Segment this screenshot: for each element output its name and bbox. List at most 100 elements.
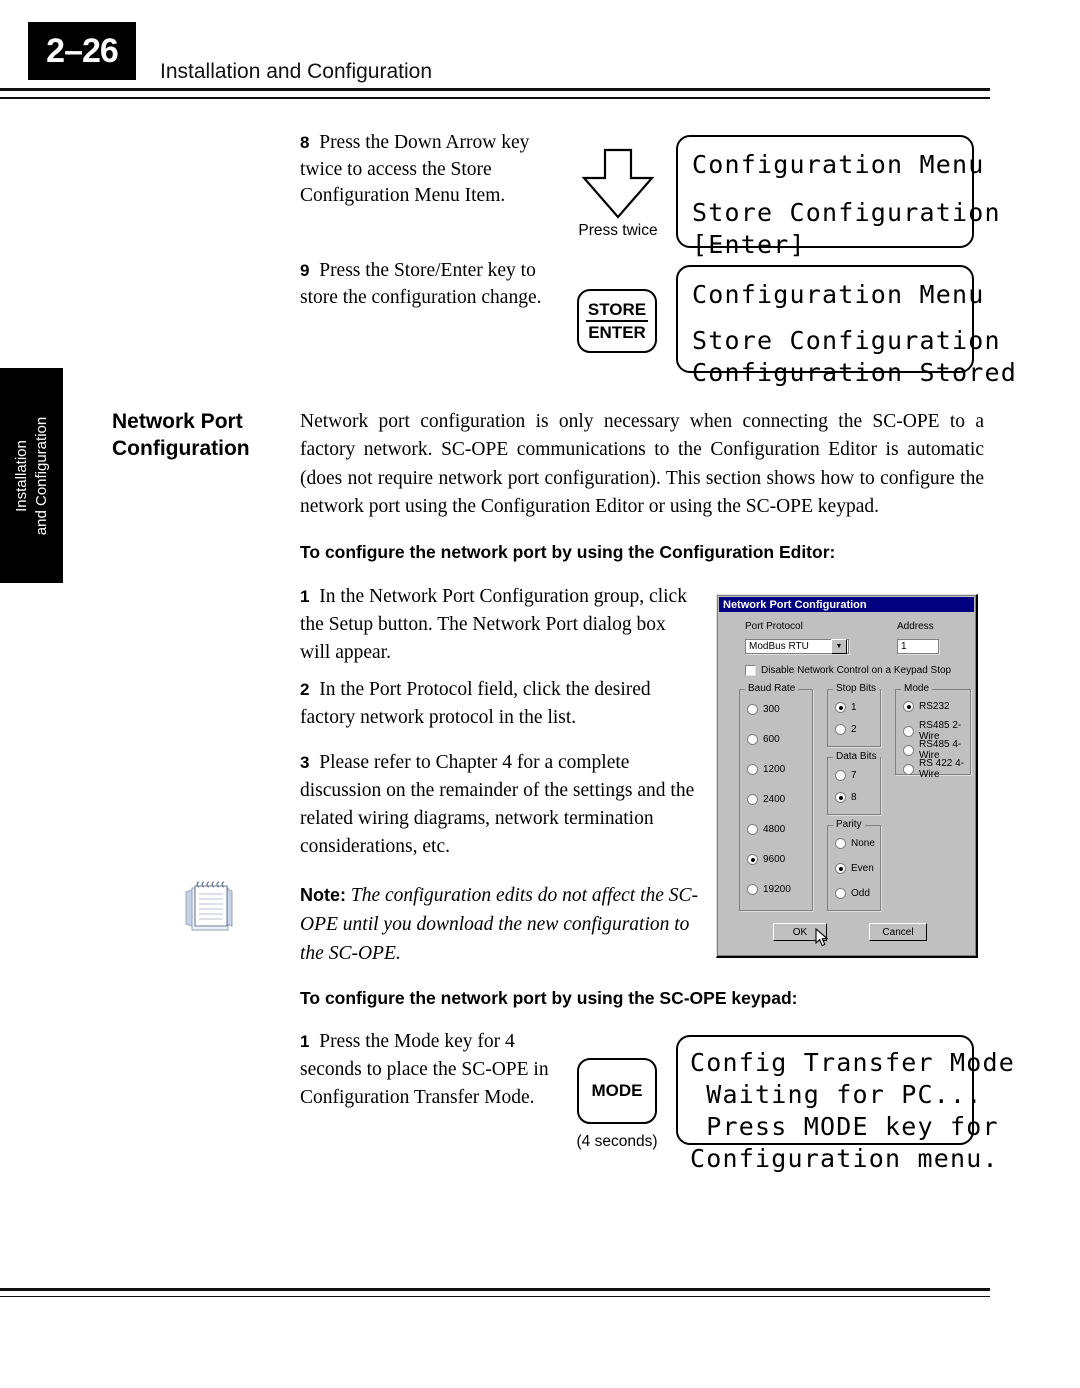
baud-rate-option-9600-label: 9600 xyxy=(763,854,786,865)
step-8: 8 Press the Down Arrow key twice to acce… xyxy=(300,130,550,210)
baud-rate-option-19200[interactable]: 19200 xyxy=(747,884,791,895)
parity-option-none[interactable]: None xyxy=(835,838,875,849)
step-8-text: Press the Down Arrow key twice to access… xyxy=(300,132,530,207)
baud-rate-option-600-label: 600 xyxy=(763,734,780,745)
step-editor-1-text: In the Network Port Configuration group,… xyxy=(300,586,687,664)
heading-configure-using-configuration-editor: To configure the network port by using t… xyxy=(300,542,836,562)
radio-icon[interactable] xyxy=(903,763,914,775)
down-arrow-icon xyxy=(578,148,658,220)
lcd2-line-3: Configuration Stored xyxy=(692,358,1018,387)
baud-rate-option-1200[interactable]: 1200 xyxy=(747,764,785,775)
baud-rate-option-9600[interactable]: 9600 xyxy=(747,854,785,865)
network-port-configuration-dialog[interactable]: Network Port Configuration Port Protocol… xyxy=(716,594,978,958)
data-bits-option-8[interactable]: 8 xyxy=(835,792,857,803)
stop-bits-option-1[interactable]: 1 xyxy=(835,702,857,713)
stop-bits-group: Stop Bits 1 2 xyxy=(827,683,881,747)
lcd3-line-3: Press MODE key for xyxy=(690,1112,999,1141)
disable-network-control-label: Disable Network Control on a Keypad Stop xyxy=(761,665,952,676)
radio-icon[interactable] xyxy=(835,770,846,781)
radio-icon[interactable] xyxy=(835,724,846,735)
baud-rate-option-2400[interactable]: 2400 xyxy=(747,794,785,805)
stop-bits-group-title: Stop Bits xyxy=(833,683,880,694)
note-label: Note: xyxy=(300,885,346,905)
radio-icon[interactable] xyxy=(747,824,758,835)
disable-network-control-checkbox[interactable] xyxy=(745,665,756,676)
baud-rate-group: Baud Rate 300 600 1200 2400 4800 9600 19… xyxy=(739,683,813,911)
baud-rate-option-600[interactable]: 600 xyxy=(747,734,780,745)
radio-icon[interactable] xyxy=(903,725,914,737)
heading-configure-using-sc-ope-keypad: To configure the network port by using t… xyxy=(300,988,798,1008)
parity-option-odd[interactable]: Odd xyxy=(835,888,870,899)
mode-key-caption: (4 seconds) xyxy=(576,1133,658,1150)
mode-option-rs422-4wire[interactable]: RS 422 4-Wire xyxy=(903,758,970,780)
dialog-titlebar: Network Port Configuration xyxy=(719,597,974,612)
step-editor-3: 3 Please refer to Chapter 4 for a comple… xyxy=(300,749,700,861)
step-keypad-1-text: Press the Mode key for 4 seconds to plac… xyxy=(300,1031,549,1109)
radio-icon[interactable] xyxy=(835,702,846,713)
baud-rate-option-300-label: 300 xyxy=(763,704,780,715)
radio-icon[interactable] xyxy=(747,854,758,865)
store-enter-key-button[interactable]: STORE ENTER xyxy=(577,289,657,353)
radio-icon[interactable] xyxy=(747,734,758,745)
side-tab-label-line1: Installation xyxy=(12,439,30,512)
footer-divider xyxy=(0,1288,990,1297)
mode-group: Mode RS232 RS485 2-Wire RS485 4-Wire RS … xyxy=(895,683,971,780)
data-bits-group: Data Bits 7 8 xyxy=(827,751,881,815)
parity-group-title: Parity xyxy=(833,819,865,830)
cancel-button[interactable]: Cancel xyxy=(869,923,927,941)
side-tab-installation-and-configuration: Installation and Configuration xyxy=(0,368,63,583)
side-tab-label: Installation and Configuration xyxy=(11,416,52,534)
baud-rate-option-4800[interactable]: 4800 xyxy=(747,824,785,835)
lcd-display-configuration-stored: Configuration Menu Store Configuration C… xyxy=(676,265,1016,387)
address-label: Address xyxy=(897,621,934,632)
radio-icon[interactable] xyxy=(835,863,846,874)
disable-network-control-checkbox-row[interactable]: Disable Network Control on a Keypad Stop xyxy=(745,665,951,676)
baud-rate-option-300[interactable]: 300 xyxy=(747,704,780,715)
lcd3-line-2: Waiting for PC... xyxy=(690,1080,983,1109)
step-editor-3-text: Please refer to Chapter 4 for a complete… xyxy=(300,752,695,858)
port-protocol-value: ModBus RTU xyxy=(749,641,809,652)
parity-option-odd-label: Odd xyxy=(851,888,870,899)
mode-option-rs232[interactable]: RS232 xyxy=(903,701,950,712)
radio-icon[interactable] xyxy=(747,884,758,895)
radio-icon[interactable] xyxy=(835,888,846,899)
radio-icon[interactable] xyxy=(835,838,846,849)
lcd-line-2: Store Configuration xyxy=(692,198,1001,227)
lcd-line-1: Configuration Menu xyxy=(692,150,985,179)
step-9-text: Press the Store/Enter key to store the c… xyxy=(300,260,542,308)
header-divider xyxy=(0,88,990,99)
data-bits-option-7-label: 7 xyxy=(851,770,857,781)
step-9: 9 Press the Store/Enter key to store the… xyxy=(300,258,550,311)
lcd3-line-4: Configuration menu. xyxy=(690,1144,999,1173)
radio-icon[interactable] xyxy=(903,744,914,756)
chevron-down-icon[interactable]: ▼ xyxy=(831,639,847,654)
port-protocol-combobox[interactable]: ModBus RTU ▼ xyxy=(745,639,849,654)
lcd3-line-1: Config Transfer Mode xyxy=(690,1048,1016,1077)
radio-icon[interactable] xyxy=(835,792,846,803)
baud-rate-group-title: Baud Rate xyxy=(745,683,799,694)
lcd-line-3: [Enter] xyxy=(692,230,806,259)
parity-option-even[interactable]: Even xyxy=(835,863,874,874)
stop-bits-option-2[interactable]: 2 xyxy=(835,724,857,735)
mouse-cursor-icon xyxy=(815,927,829,953)
press-twice-caption: Press twice xyxy=(578,222,658,239)
lcd2-line-blank xyxy=(692,311,958,325)
parity-group: Parity None Even Odd xyxy=(827,819,881,911)
mode-group-title: Mode xyxy=(901,683,933,694)
baud-rate-option-19200-label: 19200 xyxy=(763,884,791,895)
stop-bits-option-1-label: 1 xyxy=(851,702,857,713)
side-tab-label-line2: and Configuration xyxy=(32,416,50,535)
page-number-badge: 2–26 xyxy=(28,22,136,80)
radio-icon[interactable] xyxy=(747,764,758,775)
address-input[interactable]: 1 xyxy=(897,639,939,654)
lcd2-line-1: Configuration Menu xyxy=(692,280,985,309)
radio-icon[interactable] xyxy=(903,701,914,712)
mode-key-label: MODE xyxy=(591,1081,643,1101)
mode-key-button[interactable]: MODE xyxy=(577,1058,657,1124)
note-block: Note: The configuration edits do not aff… xyxy=(300,882,700,969)
data-bits-option-7[interactable]: 7 xyxy=(835,770,857,781)
dialog-title: Network Port Configuration xyxy=(723,598,867,611)
page-title: Installation and Configuration xyxy=(160,60,433,83)
radio-icon[interactable] xyxy=(747,704,758,715)
radio-icon[interactable] xyxy=(747,794,758,805)
